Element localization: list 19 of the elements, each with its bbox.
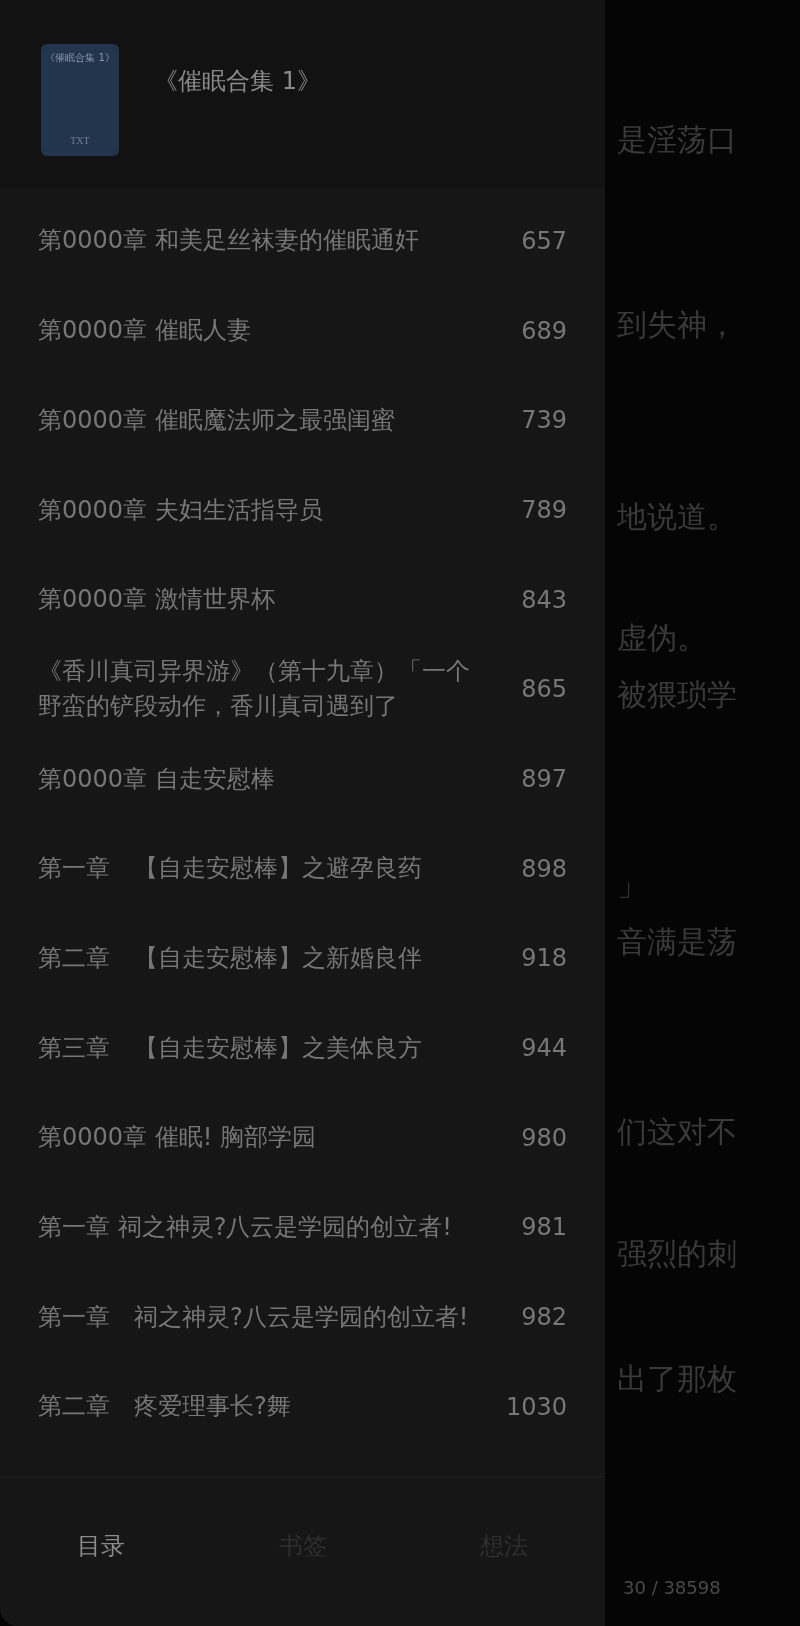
book-cover[interactable]: 《催眠合集 1》 TXT (41, 44, 119, 156)
page-counter: 30 / 38598 (623, 1577, 721, 1598)
chapter-item[interactable]: 第二章 【自走安慰棒】之新婚良伴 918 (0, 913, 605, 1004)
chapter-item[interactable]: 第一章 祠之神灵?八云是学园的创立者! 982 (0, 1272, 605, 1362)
chapter-item[interactable]: 第0000章 催眠魔法师之最强闺蜜 739 (0, 375, 605, 466)
chapter-item[interactable]: 第一章 【自走安慰棒】之避孕良药 898 (0, 823, 605, 914)
chapter-item[interactable]: 第0000章 激情世界杯 843 (0, 554, 605, 645)
chapter-item[interactable]: 第一章 祠之神灵?八云是学园的创立者! 981 (0, 1182, 605, 1273)
chapter-item[interactable]: 第三章 【自走安慰棒】之美体良方 944 (0, 1003, 605, 1093)
chapter-item[interactable]: 第二章 疼爱理事长?舞 1030 (0, 1361, 605, 1452)
chapter-item[interactable]: 第0000章 夫妇生活指导员 789 (0, 465, 605, 555)
chapter-item[interactable]: 第0000章 和美足丝袜妻的催眠通奸 657 (0, 196, 605, 286)
chapter-item[interactable]: 第0000章 催眠! 胸部学园 980 (0, 1092, 605, 1183)
book-title: 《催眠合集 1》 (154, 66, 321, 97)
chapter-item[interactable]: 《香川真司异界游》（第十九章）「一个野蛮的铲段动作，香川真司遇到了 865 (0, 644, 605, 735)
reader-text: 」 (617, 866, 647, 904)
chapter-item[interactable]: 第0000章 自走安慰棒 897 (0, 734, 605, 824)
tab[interactable]: 目录 (0, 1521, 202, 1570)
chapter-item[interactable]: 第0000章 催眠人妻 689 (0, 285, 605, 376)
